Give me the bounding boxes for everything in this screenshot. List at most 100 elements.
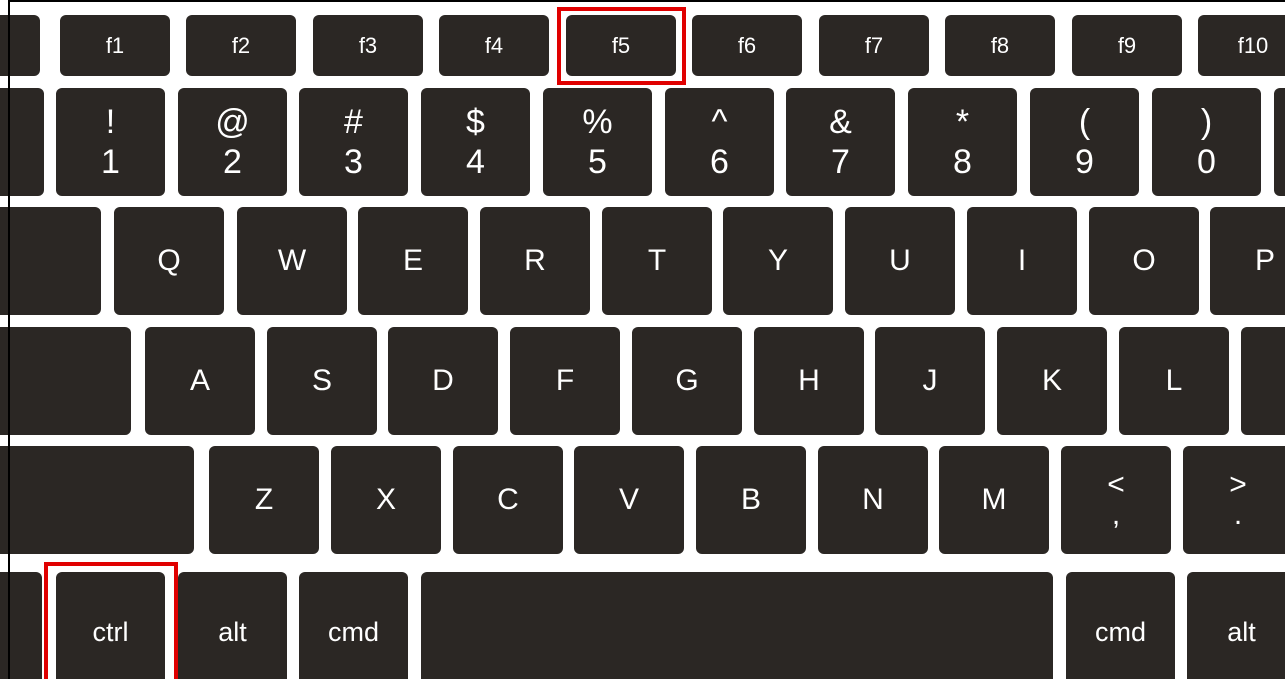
key-a[interactable]: A (145, 327, 255, 435)
key-i[interactable]: I (967, 207, 1077, 315)
key-l[interactable]: L (1119, 327, 1229, 435)
key-m[interactable]: M (939, 446, 1049, 554)
key-f9[interactable]: f9 (1072, 15, 1182, 76)
key-7[interactable]: & 7 (786, 88, 895, 196)
key-w[interactable]: W (237, 207, 347, 315)
key-label: L (1165, 364, 1183, 397)
key-edge-right-home[interactable] (1241, 327, 1285, 435)
key-d[interactable]: D (388, 327, 498, 435)
key-c[interactable]: C (453, 446, 563, 554)
key-s[interactable]: S (267, 327, 377, 435)
key-2[interactable]: @2 (178, 88, 287, 196)
key-f10[interactable]: f10 (1198, 15, 1285, 76)
key-label: f4 (484, 32, 504, 58)
key-label: Z (254, 483, 274, 516)
key-label: f9 (1117, 32, 1137, 58)
key-fn[interactable] (0, 572, 42, 679)
key-f[interactable]: F (510, 327, 620, 435)
frame-left-border (8, 0, 10, 679)
key-label: M (981, 483, 1007, 516)
key-f3[interactable]: f3 (313, 15, 423, 76)
key-label: 3 (344, 143, 363, 181)
key-label: alt (218, 616, 247, 647)
key-p[interactable]: P (1210, 207, 1285, 315)
key-b[interactable]: B (696, 446, 806, 554)
key-u[interactable]: U (845, 207, 955, 315)
key-label: . (1233, 498, 1243, 531)
key-6[interactable]: ^ 6 (665, 88, 774, 196)
key-label: P (1254, 244, 1275, 277)
key-shift-label: ) (1200, 103, 1213, 141)
key-f1[interactable]: f1 (60, 15, 170, 76)
key-comma[interactable]: <, (1061, 446, 1171, 554)
key-alt-left[interactable]: alt (178, 572, 287, 679)
key-label: 1 (101, 143, 120, 181)
key-t[interactable]: T (602, 207, 712, 315)
key-r[interactable]: R (480, 207, 590, 315)
key-label: T (647, 244, 667, 277)
key-h[interactable]: H (754, 327, 864, 435)
key-edge-left-function[interactable] (0, 15, 40, 76)
key-label: 2 (223, 143, 242, 181)
key-shift-label: % (582, 103, 613, 141)
key-alt-right[interactable]: alt (1187, 572, 1285, 679)
key-period[interactable]: >. (1183, 446, 1285, 554)
key-1[interactable]: ! 1 (56, 88, 165, 196)
key-label: F (555, 364, 575, 397)
key-label: W (277, 244, 307, 277)
key-label: J (922, 364, 938, 397)
key-3[interactable]: #3 (299, 88, 408, 196)
key-k[interactable]: K (997, 327, 1107, 435)
key-f8[interactable]: f8 (945, 15, 1055, 76)
key-tab[interactable] (0, 207, 101, 315)
key-space[interactable] (421, 572, 1053, 679)
key-5[interactable]: % 5 (543, 88, 652, 196)
key-g[interactable]: G (632, 327, 742, 435)
key-label: f8 (990, 32, 1010, 58)
key-f2[interactable]: f2 (186, 15, 296, 76)
key-y[interactable]: Y (723, 207, 833, 315)
key-edge-left-number[interactable] (0, 88, 44, 196)
key-label: U (889, 244, 911, 277)
key-9[interactable]: (9 (1030, 88, 1139, 196)
key-label: 7 (831, 143, 850, 181)
key-label: 6 (710, 143, 729, 181)
key-label: ctrl (92, 616, 129, 647)
key-shift-label: & (829, 103, 852, 141)
key-4[interactable]: $4 (421, 88, 530, 196)
key-label: f5 (611, 32, 631, 58)
key-label: , (1111, 498, 1121, 531)
key-cmd-right[interactable]: cmd (1066, 572, 1175, 679)
key-cmd-left[interactable]: cmd (299, 572, 408, 679)
key-label: cmd (1094, 616, 1146, 647)
key-label: N (862, 483, 884, 516)
key-f6[interactable]: f6 (692, 15, 802, 76)
key-x[interactable]: X (331, 446, 441, 554)
key-f5[interactable]: f5 (566, 15, 676, 76)
key-label: f7 (864, 32, 884, 58)
key-8[interactable]: * 8 (908, 88, 1017, 196)
key-o[interactable]: O (1089, 207, 1199, 315)
key-z[interactable]: Z (209, 446, 319, 554)
key-shift-label: ! (105, 103, 116, 141)
keyboard: f1 f2 f3 f4 f5 f6 f7 f8 f9 f10 ! 1 @2 #3 … (0, 0, 1285, 679)
key-q[interactable]: Q (114, 207, 224, 315)
key-label: X (375, 483, 396, 516)
key-label: 4 (466, 143, 485, 181)
key-n[interactable]: N (818, 446, 928, 554)
key-label: G (675, 364, 699, 397)
key-label: V (618, 483, 639, 516)
key-shift-label: > (1229, 468, 1247, 501)
key-j[interactable]: J (875, 327, 985, 435)
key-caps-lock[interactable] (0, 327, 131, 435)
key-0[interactable]: ) 0 (1152, 88, 1261, 196)
key-ctrl[interactable]: ctrl (56, 572, 165, 679)
key-f7[interactable]: f7 (819, 15, 929, 76)
key-edge-right-number[interactable] (1274, 88, 1285, 196)
key-e[interactable]: E (358, 207, 468, 315)
key-f4[interactable]: f4 (439, 15, 549, 76)
key-v[interactable]: V (574, 446, 684, 554)
key-label: A (189, 364, 210, 397)
key-shift-left[interactable] (0, 446, 194, 554)
key-label: cmd (327, 616, 379, 647)
